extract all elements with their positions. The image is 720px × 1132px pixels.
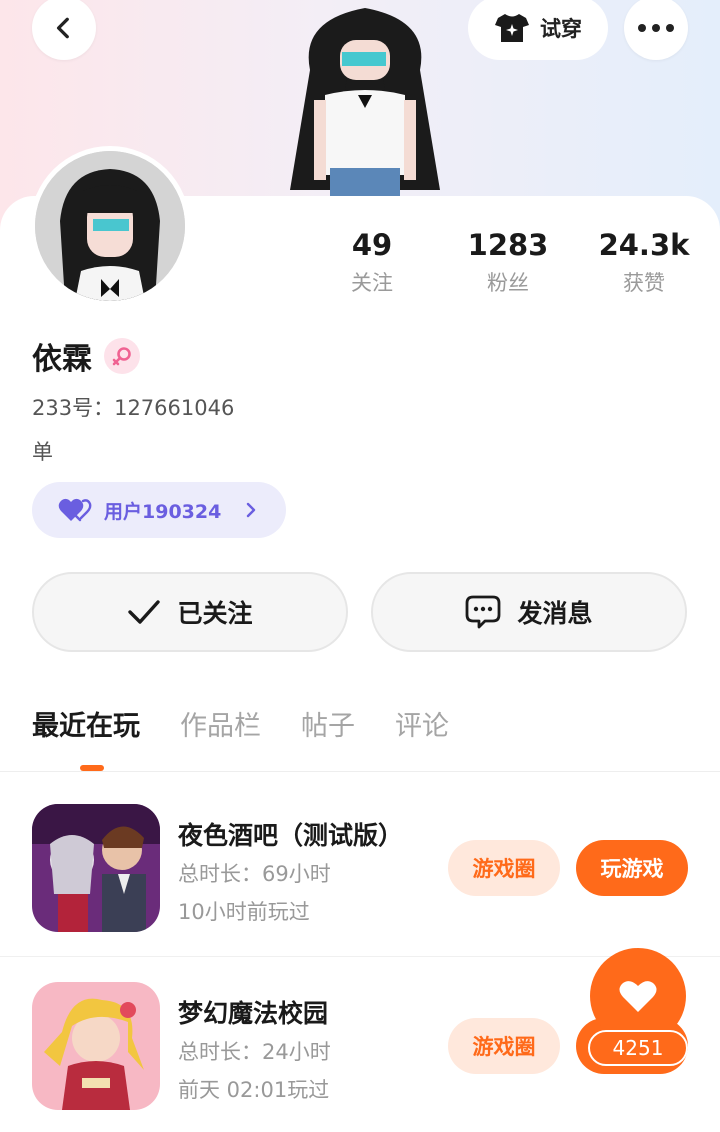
likes-label: 获赞 <box>623 271 665 295</box>
stat-likes: 24.3k 获赞 <box>574 228 714 296</box>
game-icon[interactable] <box>32 804 160 932</box>
following-label: 关注 <box>351 271 393 295</box>
game-playtime: 总时长：24小时 <box>178 1040 331 1064</box>
tab-recently-played[interactable]: 最近在玩 <box>32 706 140 748</box>
game-circle-button[interactable]: 游戏圈 <box>448 840 560 896</box>
followers-label: 粉丝 <box>487 271 529 295</box>
tab-comments[interactable]: 评论 <box>395 706 449 748</box>
game-last-played: 10小时前玩过 <box>178 900 310 924</box>
followed-label: 已关注 <box>177 599 253 628</box>
user-bio: 单 <box>32 440 53 464</box>
tabs-divider <box>0 771 720 772</box>
check-icon <box>128 600 161 624</box>
heart-icon <box>619 981 657 1012</box>
shirt-sparkle-icon <box>495 14 529 42</box>
double-heart-icon <box>58 498 92 522</box>
avatar-3d-model[interactable] <box>270 0 460 200</box>
tab-posts[interactable]: 帖子 <box>301 706 355 748</box>
game-list-item[interactable]: 夜色酒吧（测试版） 总时长：69小时 10小时前玩过 游戏圈 玩游戏 <box>0 800 720 940</box>
relation-badge[interactable]: 用户190324 <box>32 482 286 538</box>
chat-bubble-icon <box>466 595 501 629</box>
female-icon <box>112 347 131 366</box>
game-icon[interactable] <box>32 982 160 1110</box>
play-game-button[interactable]: 玩游戏 <box>576 840 688 896</box>
game-cover-image <box>32 804 160 932</box>
try-on-label: 试穿 <box>540 17 582 41</box>
chevron-right-icon <box>246 502 256 518</box>
game-title: 夜色酒吧（测试版） <box>178 821 404 850</box>
profile-tabs: 最近在玩 作品栏 帖子 评论 <box>32 706 489 748</box>
name-row: 依霖 <box>32 334 140 378</box>
more-dots-icon <box>638 24 674 32</box>
avatar[interactable] <box>30 146 190 306</box>
followed-button[interactable]: 已关注 <box>32 572 348 652</box>
avatar-image <box>35 151 185 301</box>
send-message-button[interactable]: 发消息 <box>371 572 687 652</box>
following-count: 49 <box>351 228 393 262</box>
stat-following[interactable]: 49 关注 <box>302 228 442 296</box>
try-on-button[interactable]: 试穿 <box>468 0 608 60</box>
game-title: 梦幻魔法校园 <box>178 999 329 1028</box>
followers-count: 1283 <box>467 228 549 262</box>
game-last-played: 前天 02:01玩过 <box>178 1078 330 1102</box>
relation-label: 用户190324 <box>104 500 222 523</box>
game-circle-button[interactable]: 游戏圈 <box>448 1018 560 1074</box>
stat-followers[interactable]: 1283 粉丝 <box>438 228 578 296</box>
gender-badge <box>104 338 140 374</box>
game-playtime: 总时长：69小时 <box>178 862 331 886</box>
game-cover-image <box>32 982 160 1110</box>
send-message-label: 发消息 <box>517 599 593 628</box>
like-count: 4251 <box>588 1030 688 1066</box>
chevron-left-icon <box>56 17 69 39</box>
user-name: 依霖 <box>32 342 92 377</box>
tab-works[interactable]: 作品栏 <box>180 706 261 748</box>
user-id: 233号：127661046 <box>32 396 235 420</box>
likes-count: 24.3k <box>598 228 690 262</box>
